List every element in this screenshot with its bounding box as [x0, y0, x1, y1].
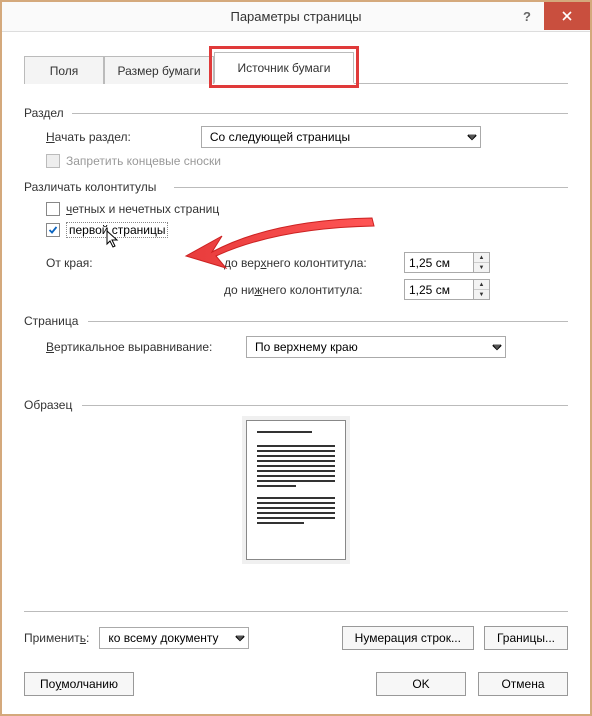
- ok-button[interactable]: OK: [376, 672, 466, 696]
- header-distance-label: до верхнего колонтитула:: [224, 256, 404, 270]
- group-headers: Различать колонтитулы: [24, 180, 568, 194]
- footer-distance-input[interactable]: [404, 279, 474, 300]
- dialog-title: Параметры страницы: [2, 9, 590, 24]
- tab-margins[interactable]: Поля: [24, 56, 104, 84]
- line-numbers-button[interactable]: Нумерация строк...: [342, 626, 474, 650]
- tab-paper-source[interactable]: Источник бумаги: [214, 52, 354, 84]
- tabs: Поля Размер бумаги Источник бумаги: [24, 54, 568, 84]
- odd-even-checkbox[interactable]: [46, 202, 60, 216]
- start-section-select[interactable]: Со следующей страницы: [201, 126, 481, 148]
- valign-label: Вертикальное выравнивание:: [46, 340, 246, 354]
- suppress-endnotes-checkbox: [46, 154, 60, 168]
- check-icon: [48, 225, 58, 235]
- first-page-checkbox[interactable]: [46, 223, 60, 237]
- suppress-endnotes-label: Запретить концевые сноски: [66, 154, 221, 168]
- default-button[interactable]: По умолчанию: [24, 672, 134, 696]
- footer-spin[interactable]: ▲▼: [474, 279, 490, 300]
- header-distance-input[interactable]: [404, 252, 474, 273]
- footer-distance-label: до нижнего колонтитула:: [224, 283, 404, 297]
- preview-page: [246, 420, 346, 560]
- group-section: Раздел: [24, 106, 568, 120]
- apply-to-label: Применить:: [24, 631, 89, 645]
- close-icon: [562, 11, 572, 21]
- cancel-button[interactable]: Отмена: [478, 672, 568, 696]
- header-spin[interactable]: ▲▼: [474, 252, 490, 273]
- group-page: Страница: [24, 314, 568, 328]
- from-edge-label: От края:: [24, 256, 224, 270]
- borders-button[interactable]: Границы...: [484, 626, 568, 650]
- preview-area: [24, 420, 568, 560]
- odd-even-label: четных и нечетных страниц: [66, 202, 219, 216]
- tab-paper-size[interactable]: Размер бумаги: [104, 56, 214, 84]
- group-preview: Образец: [24, 398, 568, 412]
- help-button[interactable]: ?: [510, 2, 544, 30]
- valign-select[interactable]: По верхнему краю: [246, 336, 506, 358]
- start-section-label: Начать раздел:: [46, 130, 131, 144]
- apply-to-select[interactable]: ко всему документу: [99, 627, 249, 649]
- first-page-label: первой страницы: [66, 222, 168, 238]
- titlebar: Параметры страницы ?: [2, 2, 590, 32]
- close-button[interactable]: [544, 2, 590, 30]
